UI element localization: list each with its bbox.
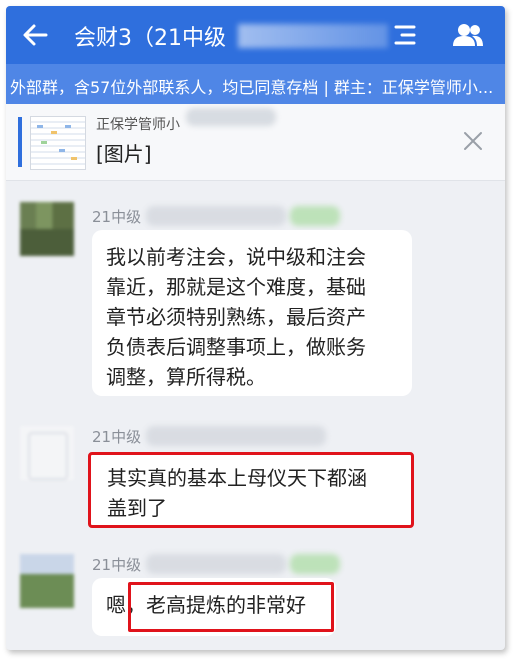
message-line: 我以前考注会，说中级和注会 <box>106 245 366 269</box>
redacted-name-blur <box>290 206 340 226</box>
message-line: 其实真的基本上母仪天下都涵 <box>107 466 367 490</box>
group-info-text: 外部群，含57位外部联系人，均已同意存档 | 群主：正保学管师小... <box>10 78 494 97</box>
highlighted-message-bubble[interactable]: 其实真的基本上母仪天下都涵 盖到了 <box>88 452 414 528</box>
sender-name: 21中级 <box>92 428 142 446</box>
message-line: 负债表后调整事项上，做账务 <box>106 335 366 359</box>
avatar[interactable] <box>20 554 74 608</box>
pinned-sender: 正保学管师小 <box>96 117 180 133</box>
avatar[interactable] <box>20 426 74 480</box>
highlight-box <box>128 582 334 632</box>
avatar[interactable] <box>20 202 74 256</box>
group-members-icon[interactable] <box>452 23 484 47</box>
chat-screen: 会财3（21中级 外部群，含57位外部联系人，均已同意存档 | 群主：正保学管师… <box>6 6 505 650</box>
redacted-title-blur <box>238 24 388 48</box>
redacted-sender-blur <box>186 108 276 126</box>
message-line: 章节必须特别熟练，最后资产 <box>106 305 366 329</box>
pinned-image-thumbnail[interactable] <box>30 116 86 170</box>
pinned-content: [图片] <box>96 142 152 166</box>
message-line: 盖到了 <box>107 496 167 520</box>
pinned-accent-bar <box>18 117 22 167</box>
redacted-name-blur <box>146 426 326 446</box>
group-info-bar[interactable]: 外部群，含57位外部联系人，均已同意存档 | 群主：正保学管师小... <box>6 64 505 104</box>
back-arrow-icon[interactable] <box>22 23 48 47</box>
pinned-message[interactable]: 正保学管师小 [图片] <box>6 104 505 181</box>
close-icon[interactable] <box>462 130 484 152</box>
redacted-name-blur <box>146 206 286 226</box>
redacted-name-blur <box>146 554 286 574</box>
sender-name: 21中级 <box>92 208 142 226</box>
sender-name: 21中级 <box>92 556 142 574</box>
chat-title: 会财3（21中级 <box>74 26 226 51</box>
message-line: 靠近，那就是这个难度，基础 <box>106 275 366 299</box>
menu-icon[interactable] <box>394 23 416 47</box>
message-line: 调整，算所得税。 <box>106 365 266 389</box>
message-bubble[interactable]: 我以前考注会，说中级和注会 靠近，那就是这个难度，基础 章节必须特别熟练，最后资… <box>92 230 412 396</box>
title-bar: 会财3（21中级 <box>6 6 505 64</box>
redacted-name-blur <box>290 554 340 574</box>
